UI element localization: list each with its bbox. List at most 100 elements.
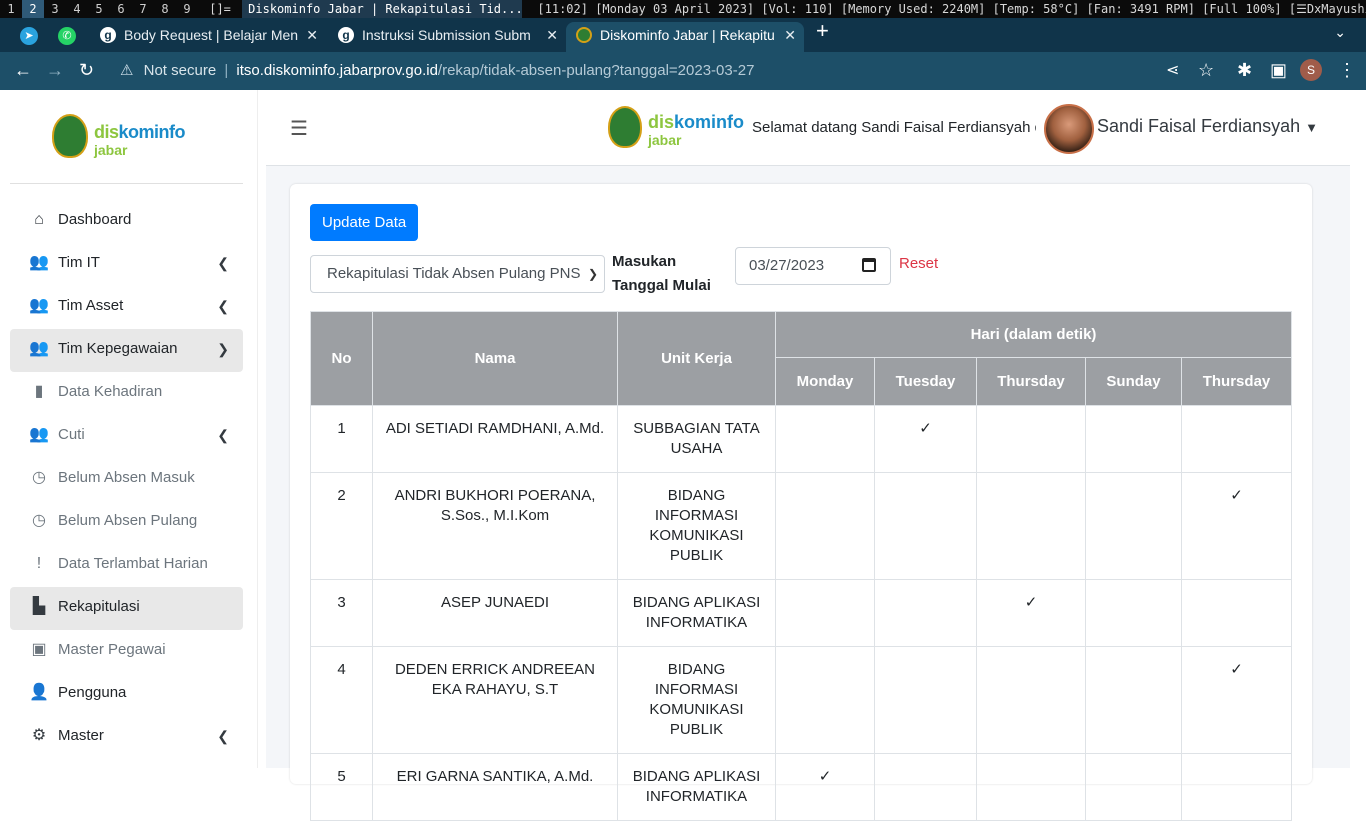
whatsapp-pinned-tab-icon[interactable]: ✆ xyxy=(58,27,76,45)
sidebar-item-label: Tim IT xyxy=(58,254,100,271)
report-type-select[interactable]: Rekapitulasi Tidak Absen Pulang PNS ❯ xyxy=(310,255,605,293)
sidebar-item-tim-it[interactable]: 👥 Tim IT ❮ xyxy=(10,243,243,286)
sidebar-item-belum-absen-masuk[interactable]: ◷ Belum Absen Masuk xyxy=(10,458,243,501)
start-date-input[interactable]: 03/27/2023 xyxy=(735,247,891,285)
cell-day xyxy=(874,646,977,754)
forward-icon[interactable]: → xyxy=(46,60,64,81)
workspace-5[interactable]: 5 xyxy=(88,0,110,18)
layout-symbol: []= xyxy=(209,2,231,16)
exclamation-icon: ! xyxy=(36,555,42,572)
workspace-2[interactable]: 2 xyxy=(22,0,44,18)
sidebar-item-belum-absen-pulang[interactable]: ◷ Belum Absen Pulang xyxy=(10,501,243,544)
col-header-day: Tuesday xyxy=(874,357,977,406)
sidebar-item-pengguna[interactable]: 👤 Pengguna xyxy=(10,673,243,716)
gear-icon: ⚙ xyxy=(31,727,47,744)
brand-name: diskominfo xyxy=(648,112,745,132)
profile-avatar[interactable]: S xyxy=(1300,59,1322,81)
share-icon[interactable]: ⋖ xyxy=(1166,60,1179,80)
sidebar-item-data-terlambat[interactable]: ! Data Terlambat Harian xyxy=(10,544,243,587)
table-row: 1 ADI SETIADI RAMDHANI, A.Md. SUBBAGIAN TA… xyxy=(310,405,1292,473)
cell-day xyxy=(874,579,977,647)
workspace-4[interactable]: 4 xyxy=(66,0,88,18)
cell-unit: BIDANG APLIKASI INFORMATIKA xyxy=(617,753,776,821)
workspace-7[interactable]: 7 xyxy=(132,0,154,18)
recap-table: No Nama Unit Kerja Hari (dalam detik) Mo… xyxy=(310,311,1292,821)
workspace-3[interactable]: 3 xyxy=(44,0,66,18)
caret-down-icon: ▼ xyxy=(1305,120,1318,135)
sidebar-item-master[interactable]: ⚙ Master ❮ xyxy=(10,716,243,759)
workspace-8[interactable]: 8 xyxy=(154,0,176,18)
id-card-icon: ▣ xyxy=(31,641,47,658)
cell-day xyxy=(1085,472,1182,580)
user-avatar[interactable] xyxy=(1044,104,1094,154)
sidebar-item-rekapitulasi[interactable]: ▙ Rekapitulasi xyxy=(10,587,243,630)
user-menu[interactable]: Sandi Faisal Ferdiansyah ▼ xyxy=(1097,116,1318,137)
sidebar-item-label: Pengguna xyxy=(58,684,127,701)
cell-day: ✓ xyxy=(1181,646,1292,754)
table-row: 3 ASEP JUNAEDI BIDANG APLIKASI INFORMATIKA… xyxy=(310,579,1292,647)
sidebar-item-cuti[interactable]: 👥 Cuti ❮ xyxy=(10,415,243,458)
sidebar-item-tim-asset[interactable]: 👥 Tim Asset ❮ xyxy=(10,286,243,329)
col-header-day: Thursday xyxy=(1181,357,1292,406)
date-value: 03/27/2023 xyxy=(749,257,825,274)
new-tab-icon[interactable]: + xyxy=(816,18,829,44)
cell-day xyxy=(976,405,1086,473)
col-header-day: Thursday xyxy=(976,357,1086,406)
tab-search-chevron-icon[interactable]: ⌄ xyxy=(1334,24,1346,41)
extensions-icon[interactable]: ✱ xyxy=(1237,60,1252,81)
home-icon: ⌂ xyxy=(34,211,44,228)
menu-kebab-icon[interactable]: ⋮ xyxy=(1338,60,1356,81)
reload-icon[interactable]: ↻ xyxy=(79,60,94,81)
sidebar-item-master-pegawai[interactable]: ▣ Master Pegawai xyxy=(10,630,243,673)
cell-day xyxy=(1181,579,1292,647)
close-tab-icon[interactable]: ✕ xyxy=(546,22,558,48)
address-bar[interactable]: ⚠ Not secure | itso.diskominfo.jabarprov… xyxy=(110,56,1160,86)
back-icon[interactable]: ← xyxy=(14,60,32,81)
main-content: ☰ diskominfo jabar Selamat datang Sandi … xyxy=(266,90,1350,821)
update-data-button[interactable]: Update Data xyxy=(310,204,419,241)
file-icon: ▙ xyxy=(32,598,46,615)
close-tab-icon[interactable]: ✕ xyxy=(306,22,318,48)
workspace-6[interactable]: 6 xyxy=(110,0,132,18)
brand-logo[interactable]: diskominfo jabar xyxy=(52,114,202,160)
sidebar-item-label: Tim Kepegawaian xyxy=(58,340,178,357)
sidebar-item-label: Dashboard xyxy=(58,211,132,228)
cell-nama: DEDEN ERRICK ANDREEAN EKA RAHAYU, S.T xyxy=(372,646,618,754)
sidebar-item-dashboard[interactable]: ⌂ Dashboard xyxy=(10,200,243,243)
cell-day xyxy=(1085,646,1182,754)
cell-unit: BIDANG APLIKASI INFORMATIKA xyxy=(617,579,776,647)
cell-day xyxy=(976,472,1086,580)
workspace-1[interactable]: 1 xyxy=(0,0,22,18)
telegram-pinned-tab-icon[interactable]: ➤ xyxy=(20,27,38,45)
side-panel-icon[interactable]: ▣ xyxy=(1270,60,1287,81)
hamburger-menu-icon[interactable]: ☰ xyxy=(290,116,308,141)
tab-instruksi[interactable]: g Instruksi Submission Subm ✕ xyxy=(328,22,566,52)
brand-sub: jabar xyxy=(648,132,682,148)
cell-no: 1 xyxy=(310,405,373,473)
chevron-down-icon: ❯ xyxy=(217,341,229,357)
tab-diskominfo[interactable]: Diskominfo Jabar | Rekapitu ✕ xyxy=(566,22,804,52)
battery: [Full 100%] xyxy=(1202,2,1282,16)
cell-day xyxy=(1181,753,1292,821)
volume: [Vol: 110] xyxy=(761,2,834,16)
users-icon: 👥 xyxy=(29,254,49,271)
bookmark-star-icon[interactable]: ☆ xyxy=(1198,60,1214,81)
cell-day xyxy=(775,646,875,754)
cell-day: ✓ xyxy=(775,753,875,821)
workspace-9[interactable]: 9 xyxy=(176,0,198,18)
check-mark-icon: ✓ xyxy=(1230,661,1243,678)
cell-day xyxy=(1085,405,1182,473)
tab-strip: ➤ ✆ g Body Request | Belajar Men ✕ g Ins… xyxy=(0,18,1366,52)
sidebar-item-label: Data Kehadiran xyxy=(58,383,163,400)
sidebar-item-data-kehadiran[interactable]: ▮ Data Kehadiran xyxy=(10,372,243,415)
calendar-icon[interactable] xyxy=(862,258,876,272)
west-java-emblem-icon xyxy=(608,106,642,148)
west-java-emblem-icon xyxy=(52,114,88,158)
close-tab-icon[interactable]: ✕ xyxy=(784,22,796,48)
users-icon: 👥 xyxy=(29,426,49,443)
tab-body-request[interactable]: g Body Request | Belajar Men ✕ xyxy=(90,22,326,52)
check-mark-icon: ✓ xyxy=(1230,487,1243,504)
reset-link[interactable]: Reset xyxy=(899,255,938,272)
brand-name: diskominfo xyxy=(94,122,186,142)
sidebar-item-tim-kepegawaian[interactable]: 👥 Tim Kepegawaian ❯ xyxy=(10,329,243,372)
